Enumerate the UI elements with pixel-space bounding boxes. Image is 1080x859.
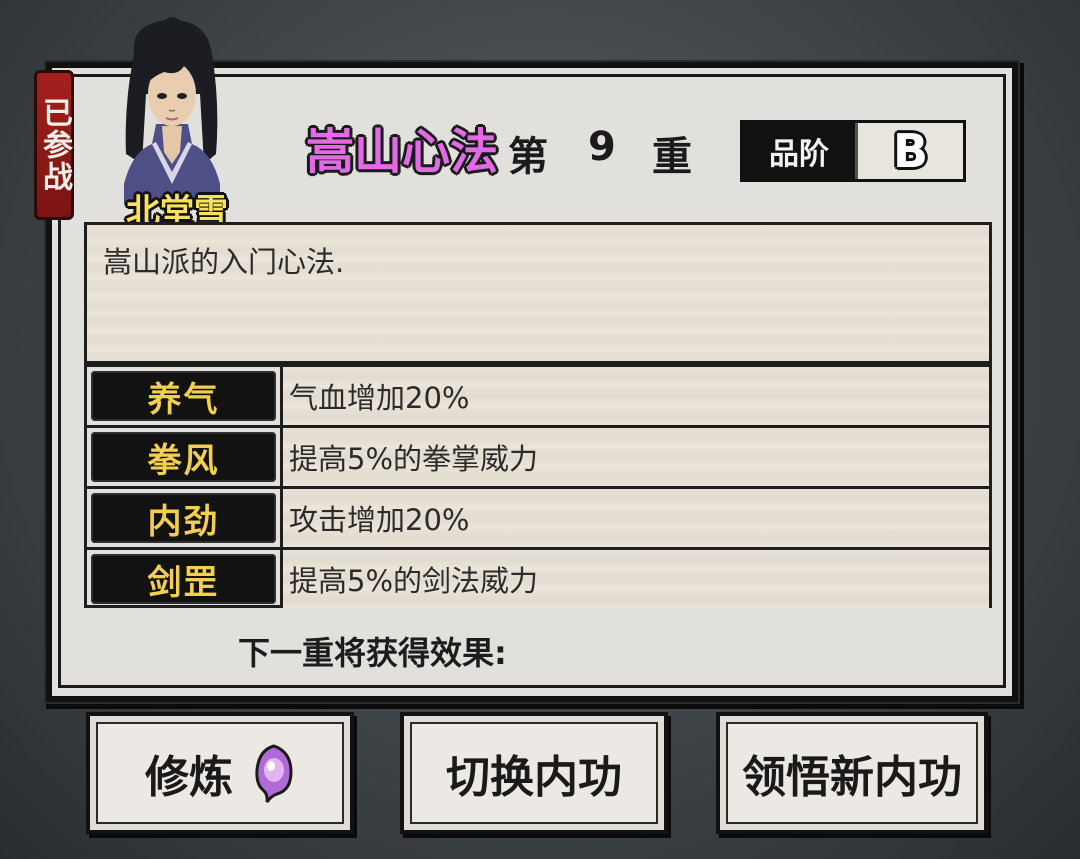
spirit-orb-icon <box>255 744 293 803</box>
character-portrait <box>124 17 220 204</box>
level-prefix: 第 <box>508 134 548 180</box>
effect-row: 拳风 提高5%的拳掌威力 <box>87 425 989 486</box>
effect-description: 提高5%的拳掌威力 <box>283 428 989 486</box>
level-suffix: 重 <box>652 134 692 180</box>
effect-row: 内劲 攻击增加20% <box>87 486 989 547</box>
effect-name: 拳风 <box>91 432 276 482</box>
grade-value-cell: B <box>858 123 963 179</box>
effect-name: 养气 <box>91 371 276 421</box>
effect-table: 养气 气血增加20% 拳风 提高5%的拳掌威力 内劲 攻击增加20% 剑罡 提高… <box>84 364 992 608</box>
switch-skill-button[interactable]: 切换内功 <box>400 712 668 834</box>
effect-row: 养气 气血增加20% <box>87 364 989 425</box>
effect-row: 剑罡 提高5%的剑法威力 <box>87 547 989 608</box>
deployed-status-tag: 已参战 <box>34 70 74 220</box>
grade-label: 品阶 <box>743 123 858 179</box>
learn-new-skill-button[interactable]: 领悟新内功 <box>716 712 988 834</box>
train-button-label: 修炼 <box>145 752 233 803</box>
level-number: 9 <box>588 124 616 170</box>
next-level-effects-label: 下一重将获得效果: <box>238 634 507 672</box>
effect-name: 内劲 <box>91 493 276 543</box>
effect-description: 攻击增加20% <box>283 489 989 547</box>
skill-name: 嵩山心法 <box>306 124 499 180</box>
skill-description: 嵩山派的入门心法. <box>84 222 992 364</box>
grade-box: 品阶 B <box>740 120 966 182</box>
effect-description: 提高5%的剑法威力 <box>283 550 989 608</box>
train-button[interactable]: 修炼 <box>86 712 354 834</box>
grade-value: B <box>892 124 929 178</box>
effect-name: 剑罡 <box>91 554 276 604</box>
effect-description: 气血增加20% <box>283 367 989 425</box>
